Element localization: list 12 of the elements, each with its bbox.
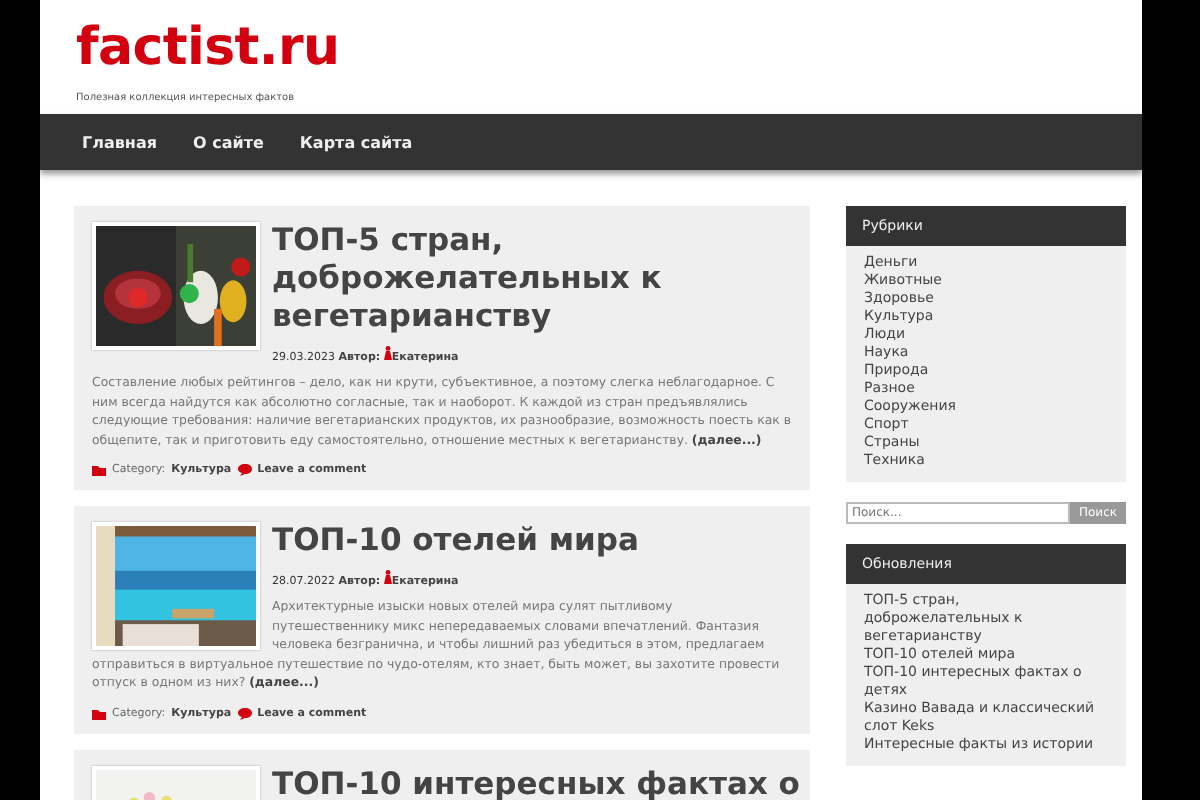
comment-icon	[237, 707, 252, 719]
nav-link[interactable]: Карта сайта	[299, 133, 413, 151]
folder-icon	[92, 707, 106, 719]
post-title[interactable]: ТОП-5 стран, доброжелательных к вегетарианству	[92, 222, 792, 336]
person-icon	[383, 570, 392, 584]
folder-icon	[92, 464, 106, 476]
comment-icon	[237, 464, 252, 476]
site-title[interactable]: factist.ru	[76, 20, 1106, 76]
person-icon	[383, 346, 392, 360]
post-title[interactable]: ТОП-10 отелей мира	[92, 522, 792, 560]
nav-link[interactable]: Главная	[82, 133, 157, 151]
nav-link[interactable]: О сайте	[192, 133, 264, 151]
